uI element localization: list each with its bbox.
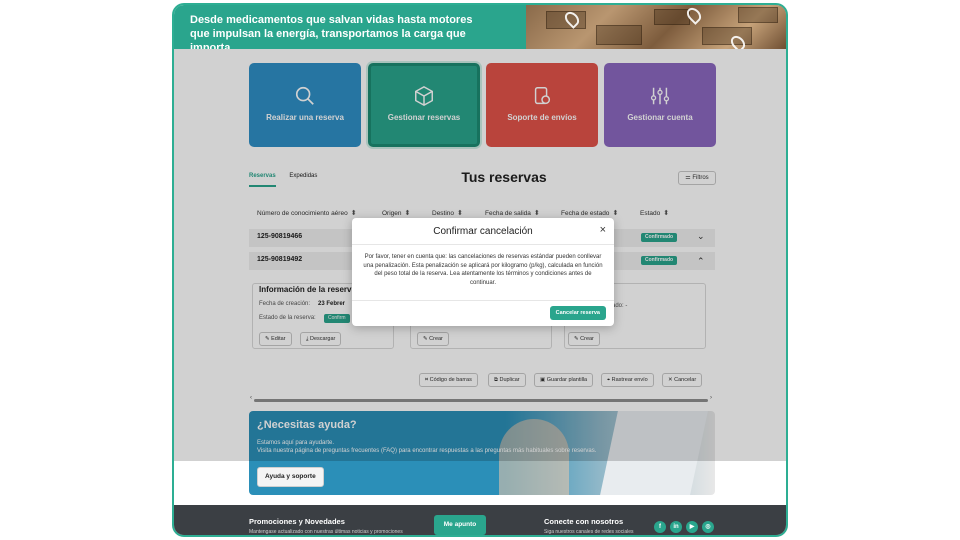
modal-divider xyxy=(352,300,614,301)
instagram-icon[interactable]: ◎ xyxy=(702,521,714,533)
footer: Promociones y Novedades Mantengase actua… xyxy=(174,505,786,535)
modal-title: Confirmar cancelación xyxy=(433,226,533,237)
confirm-cancel-button[interactable]: Cancelar reserva xyxy=(549,306,606,320)
subscribe-button[interactable]: Me apunto xyxy=(434,515,486,535)
help-support-button[interactable]: Ayuda y soporte xyxy=(257,467,324,487)
hero-banner: Desde medicamentos que salvan vidas hast… xyxy=(174,5,786,54)
connect-subtitle: Siga nuestros canales de redes sociales xyxy=(544,529,634,535)
connect-title: Conecte con nosotros xyxy=(544,517,624,526)
close-icon[interactable]: × xyxy=(600,224,606,236)
youtube-icon[interactable]: ▶ xyxy=(686,521,698,533)
modal-divider xyxy=(352,244,614,245)
confirm-cancel-modal: Confirmar cancelación × Por favor, tener… xyxy=(352,218,614,326)
app-frame: Desde medicamentos que salvan vidas hast… xyxy=(172,3,788,537)
facebook-icon[interactable]: f xyxy=(654,521,666,533)
modal-backdrop[interactable]: Confirmar cancelación × Por favor, tener… xyxy=(174,49,786,461)
linkedin-icon[interactable]: in xyxy=(670,521,682,533)
hero-image xyxy=(526,5,786,53)
promo-title: Promociones y Novedades xyxy=(249,517,345,526)
modal-body: Por favor, tener en cuenta que: las canc… xyxy=(363,254,603,286)
promo-subtitle: Mantengase actualizado con nuestras últi… xyxy=(249,529,403,535)
